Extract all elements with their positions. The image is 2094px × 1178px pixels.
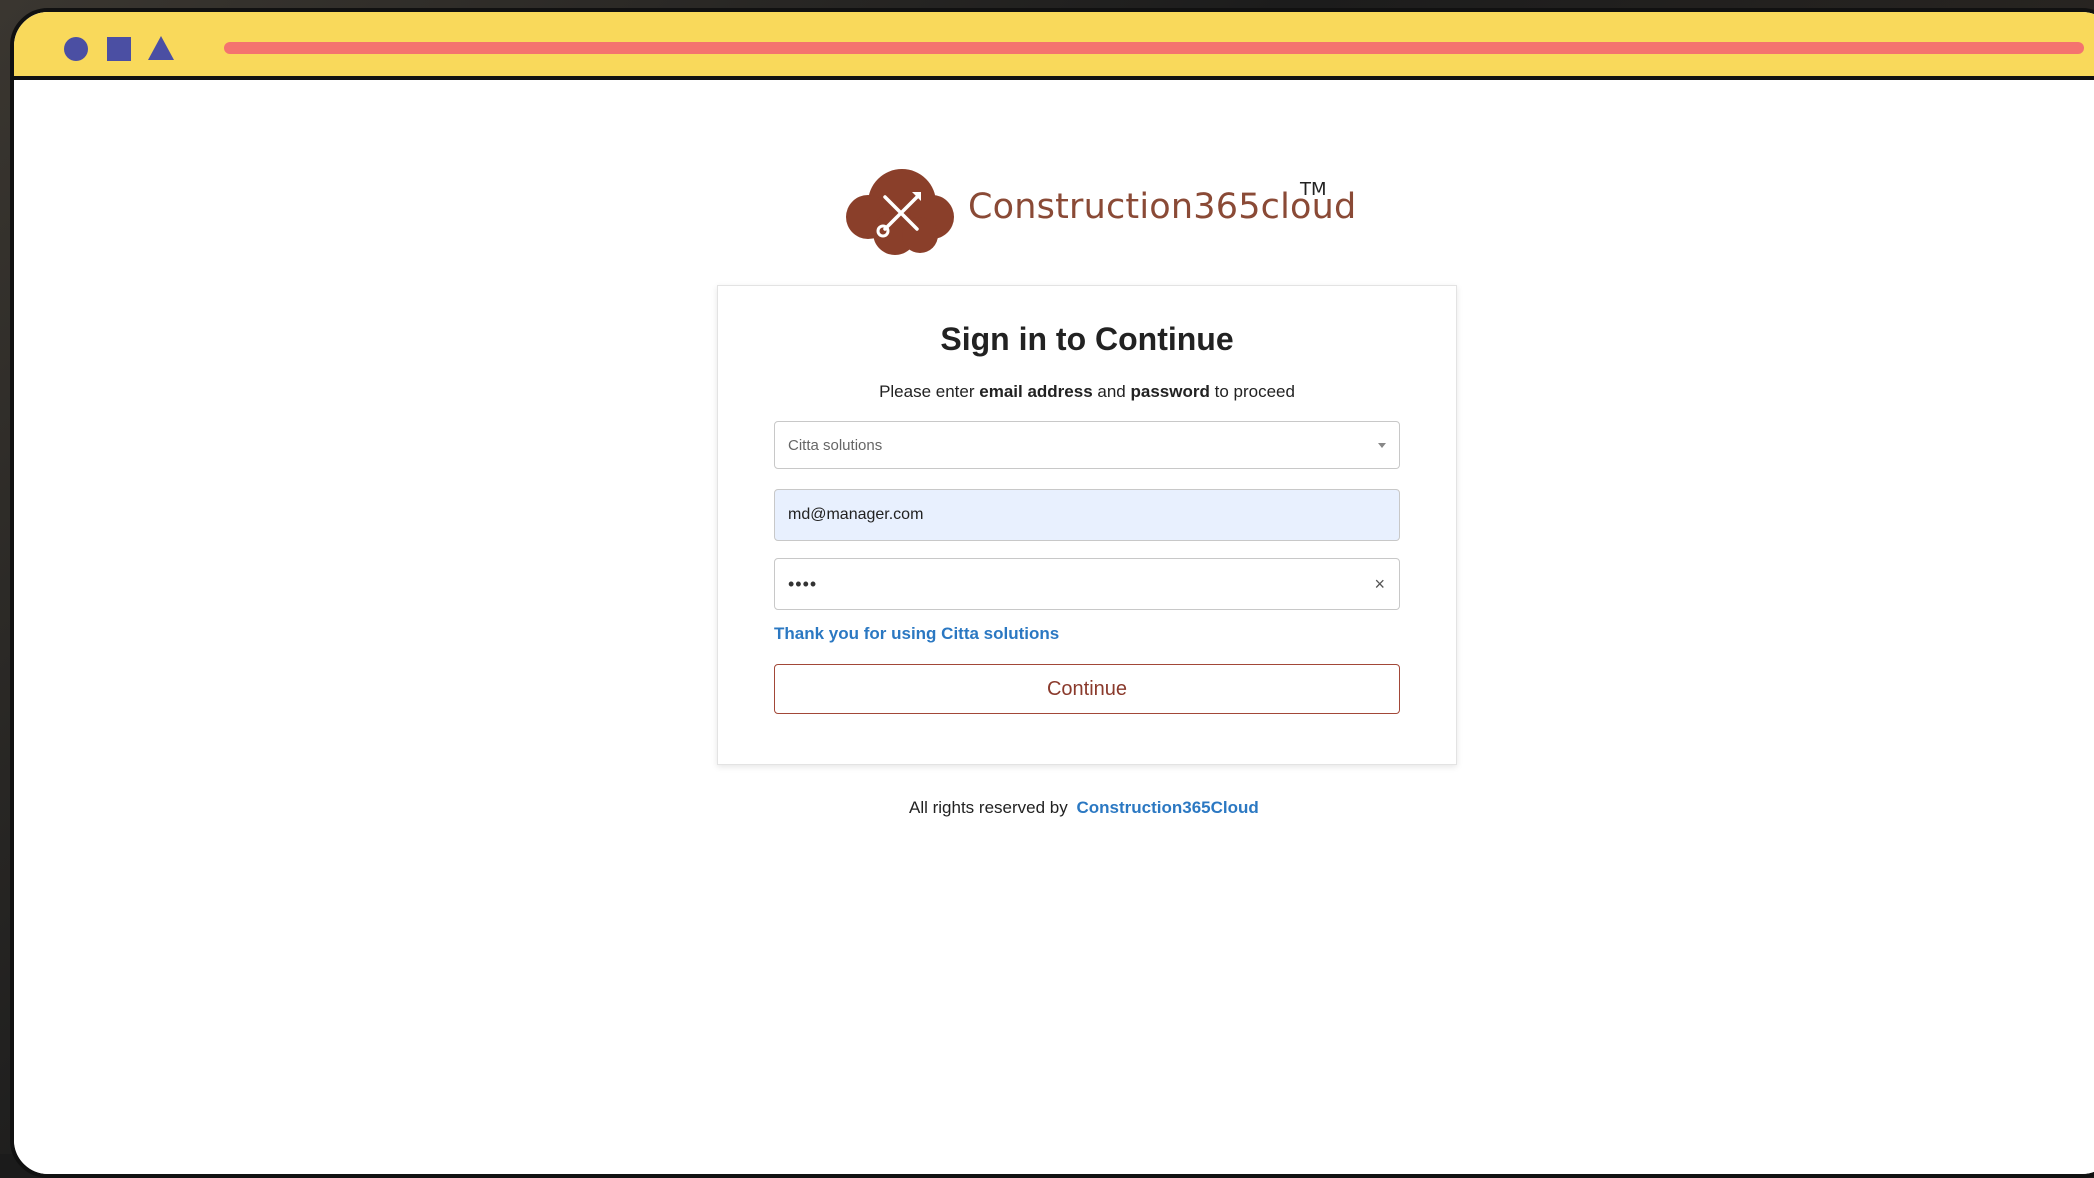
thanks-link[interactable]: Thank you for using Citta solutions	[774, 624, 1059, 644]
clear-password-icon[interactable]: ×	[1374, 559, 1385, 609]
browser-window: Construction365cloud TM Sign in to Conti…	[10, 8, 2094, 1178]
brand-name: Construction365cloud	[968, 187, 1357, 227]
circle-control-icon[interactable]	[64, 37, 88, 61]
footer-brand-link[interactable]: Construction365Cloud	[1076, 798, 1258, 817]
footer-prefix: All rights reserved by	[909, 798, 1068, 817]
brand-logo: Construction365cloud TM	[840, 165, 1356, 265]
tools-cloud-icon	[846, 169, 954, 255]
subtitle-suffix: to proceed	[1214, 382, 1295, 401]
signin-card: Sign in to Continue Please enter email a…	[717, 285, 1457, 765]
window-titlebar	[14, 12, 2094, 80]
square-control-icon[interactable]	[107, 37, 131, 61]
triangle-control-icon[interactable]	[148, 36, 174, 60]
page-content: Construction365cloud TM Sign in to Conti…	[14, 80, 2094, 1174]
signin-subtitle: Please enter email address and password …	[718, 382, 1456, 402]
password-field[interactable]: •••• ×	[774, 558, 1400, 610]
footer-text: All rights reserved by Construction365Cl…	[909, 798, 1259, 818]
continue-button[interactable]: Continue	[774, 664, 1400, 714]
trademark-mark: TM	[1300, 179, 1327, 200]
email-field[interactable]: md@manager.com	[774, 489, 1400, 541]
subtitle-mid: and	[1097, 382, 1126, 401]
subtitle-password-emphasis: password	[1130, 382, 1210, 401]
subtitle-prefix: Please enter	[879, 382, 975, 401]
email-field-value: md@manager.com	[788, 506, 924, 523]
password-field-value: ••••	[788, 573, 818, 594]
company-select-value: Citta solutions	[788, 436, 883, 454]
subtitle-email-emphasis: email address	[979, 382, 1093, 401]
company-select[interactable]: Citta solutions	[774, 421, 1400, 469]
address-bar[interactable]	[224, 42, 2084, 54]
caret-down-icon	[1378, 443, 1386, 448]
signin-title: Sign in to Continue	[940, 321, 1234, 357]
